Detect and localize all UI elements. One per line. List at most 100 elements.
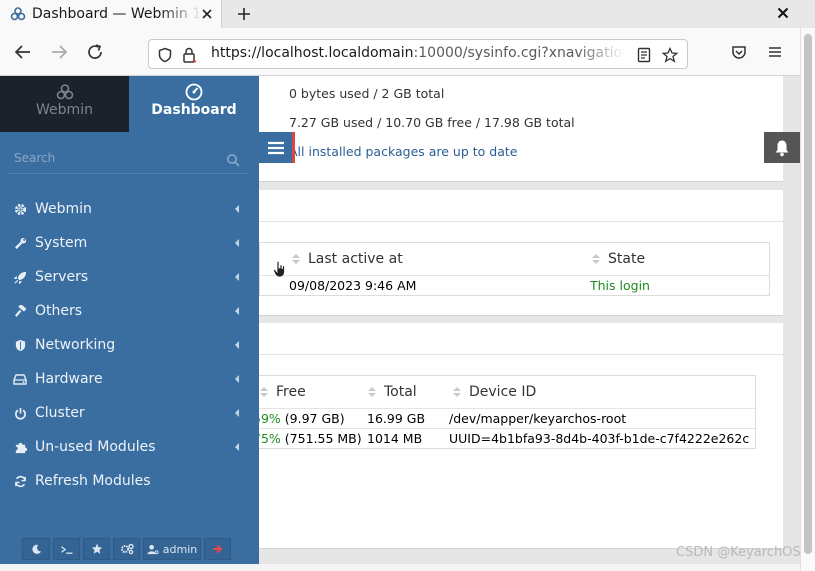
page-scrollbar[interactable] [800, 28, 815, 571]
mouse-cursor-icon [272, 260, 288, 282]
sidebar-item-label: Others [35, 303, 83, 319]
disks-table: Free Total Device ID 59% (9.97 GB) 16.99… [259, 375, 756, 449]
sidebar-switcher: Webmin Dashboard [0, 76, 259, 132]
column-header-last-active[interactable]: Last active at [292, 243, 403, 275]
wrench-icon [13, 236, 27, 250]
sidebar-item-refresh-modules[interactable]: Refresh Modules [0, 464, 259, 498]
column-header-device-id[interactable]: Device ID [453, 376, 536, 408]
webmin-tab[interactable]: Webmin [0, 76, 129, 132]
webmin-logo-icon [0, 76, 129, 102]
tracking-shield-icon[interactable] [156, 46, 174, 64]
swap-usage: 0 bytes used / 2 GB total [289, 86, 445, 101]
new-tab-icon[interactable] [234, 4, 254, 24]
webmin-tab-label: Webmin [36, 102, 93, 118]
sidebar-item-label: Hardware [35, 371, 103, 387]
rocket-icon [13, 270, 27, 284]
watermark: CSDN @KeyarchOS [676, 545, 801, 560]
sidebar-item-cluster[interactable]: Cluster [0, 396, 259, 430]
sidebar-footer: admin [22, 538, 231, 562]
column-header-state[interactable]: State [592, 243, 645, 275]
forward-icon[interactable] [49, 42, 69, 62]
total-cell: 1014 MB [367, 431, 423, 446]
bookmark-star-icon[interactable] [661, 46, 679, 64]
reader-view-icon[interactable] [635, 46, 653, 64]
caret-left-icon [235, 409, 239, 417]
tab-close-icon[interactable] [199, 6, 215, 22]
favorites-button[interactable] [83, 538, 110, 560]
device-cell: /dev/mapper/keyarchos-root [449, 411, 627, 426]
column-header-total[interactable]: Total [368, 376, 417, 408]
sidebar-item-system[interactable]: System [0, 226, 259, 260]
theme-config-button[interactable] [113, 538, 140, 560]
logins-table: Last active at State 09/08/2023 9:46 AM … [259, 242, 770, 296]
tab-title: Dashboard — Webmin 1.9 [32, 6, 202, 22]
browser-nav-bar: https://localhost.localdomain:10000/sysi… [0, 28, 800, 76]
app-menu-icon[interactable] [765, 42, 785, 62]
free-amount: (751.55 MB) [284, 431, 362, 446]
browser-tab-bar: Dashboard — Webmin 1.9 [0, 0, 815, 28]
browser-tab[interactable]: Dashboard — Webmin 1.9 [0, 0, 222, 28]
sort-icon [368, 386, 376, 398]
disk-usage: 7.27 GB used / 10.70 GB free / 17.98 GB … [289, 115, 575, 130]
table-row: 09/08/2023 9:46 AM This login [260, 275, 769, 295]
sidebar-item-label: Networking [35, 337, 116, 353]
sidebar-item-hardware[interactable]: Hardware [0, 362, 259, 396]
address-bar[interactable]: https://localhost.localdomain:10000/sysi… [148, 39, 688, 69]
dashboard-content: 0 bytes used / 2 GB total 7.27 GB used /… [259, 76, 800, 564]
hammer-icon [13, 304, 27, 318]
column-label: State [608, 251, 646, 267]
sidebar-toggle-button[interactable] [259, 132, 295, 163]
panel-header[interactable] [259, 190, 783, 222]
caret-left-icon [235, 273, 239, 281]
caret-left-icon [235, 443, 239, 451]
logout-button[interactable] [204, 538, 231, 560]
sidebar-item-networking[interactable]: Networking [0, 328, 259, 362]
sidebar-item-unused-modules[interactable]: Un-used Modules [0, 430, 259, 464]
column-label: Total [384, 384, 417, 400]
scroll-thumb[interactable] [804, 34, 812, 554]
sidebar-item-servers[interactable]: Servers [0, 260, 259, 294]
terminal-button[interactable] [53, 538, 80, 560]
system-info-panel: 0 bytes used / 2 GB total 7.27 GB used /… [259, 76, 783, 182]
sidebar-item-others[interactable]: Others [0, 294, 259, 328]
packages-link[interactable]: All installed packages are up to date [289, 144, 517, 159]
table-row: 59% (9.97 GB) 16.99 GB /dev/mapper/keyar… [259, 408, 755, 428]
hdd-icon [13, 372, 27, 386]
logout-icon [212, 544, 223, 554]
sidebar-item-label: Webmin [35, 201, 92, 217]
panel-header[interactable] [259, 323, 783, 355]
column-header-free[interactable]: Free [260, 376, 306, 408]
table-row: 75% (751.55 MB) 1014 MB UUID=4b1bfa93-8d… [259, 428, 755, 448]
free-cell: 75% (751.55 MB) [259, 431, 362, 446]
lock-icon[interactable] [180, 46, 198, 64]
night-mode-button[interactable] [22, 538, 50, 560]
state-cell: This login [590, 278, 650, 293]
url-host: https://localhost.localdomain [211, 45, 414, 61]
search-icon[interactable] [226, 152, 240, 167]
url-text: https://localhost.localdomain:10000/sysi… [211, 45, 626, 61]
reload-icon[interactable] [85, 42, 105, 62]
sidebar-item-webmin[interactable]: Webmin [0, 192, 259, 226]
admin-username: admin [162, 542, 198, 556]
caret-left-icon [235, 205, 239, 213]
sidebar: Webmin Dashboard Webmin System Servers [0, 76, 259, 564]
dashboard-tab[interactable]: Dashboard [129, 76, 259, 132]
back-icon[interactable] [13, 42, 33, 62]
column-label: Device ID [469, 384, 537, 400]
search-input[interactable] [8, 144, 218, 172]
free-cell: 59% (9.97 GB) [259, 411, 345, 426]
power-icon [13, 406, 27, 420]
free-percent: 59% [259, 411, 281, 426]
window-close-icon[interactable] [774, 4, 792, 22]
url-path: :10000/sysinfo.cgi?xnavigation=1 [413, 45, 626, 61]
dashboard-tab-label: Dashboard [151, 102, 237, 118]
pocket-icon[interactable] [729, 42, 749, 62]
sidebar-item-label: Cluster [35, 405, 85, 421]
device-cell: UUID=4b1bfa93-8d4b-403f-b1de-c7f4222e262… [449, 431, 750, 446]
terminal-icon [60, 545, 72, 554]
admin-user-button[interactable]: admin [143, 538, 201, 560]
notifications-button[interactable] [764, 132, 800, 163]
star-icon [91, 543, 102, 554]
sidebar-item-label: Servers [35, 269, 89, 285]
moon-icon [31, 544, 41, 554]
